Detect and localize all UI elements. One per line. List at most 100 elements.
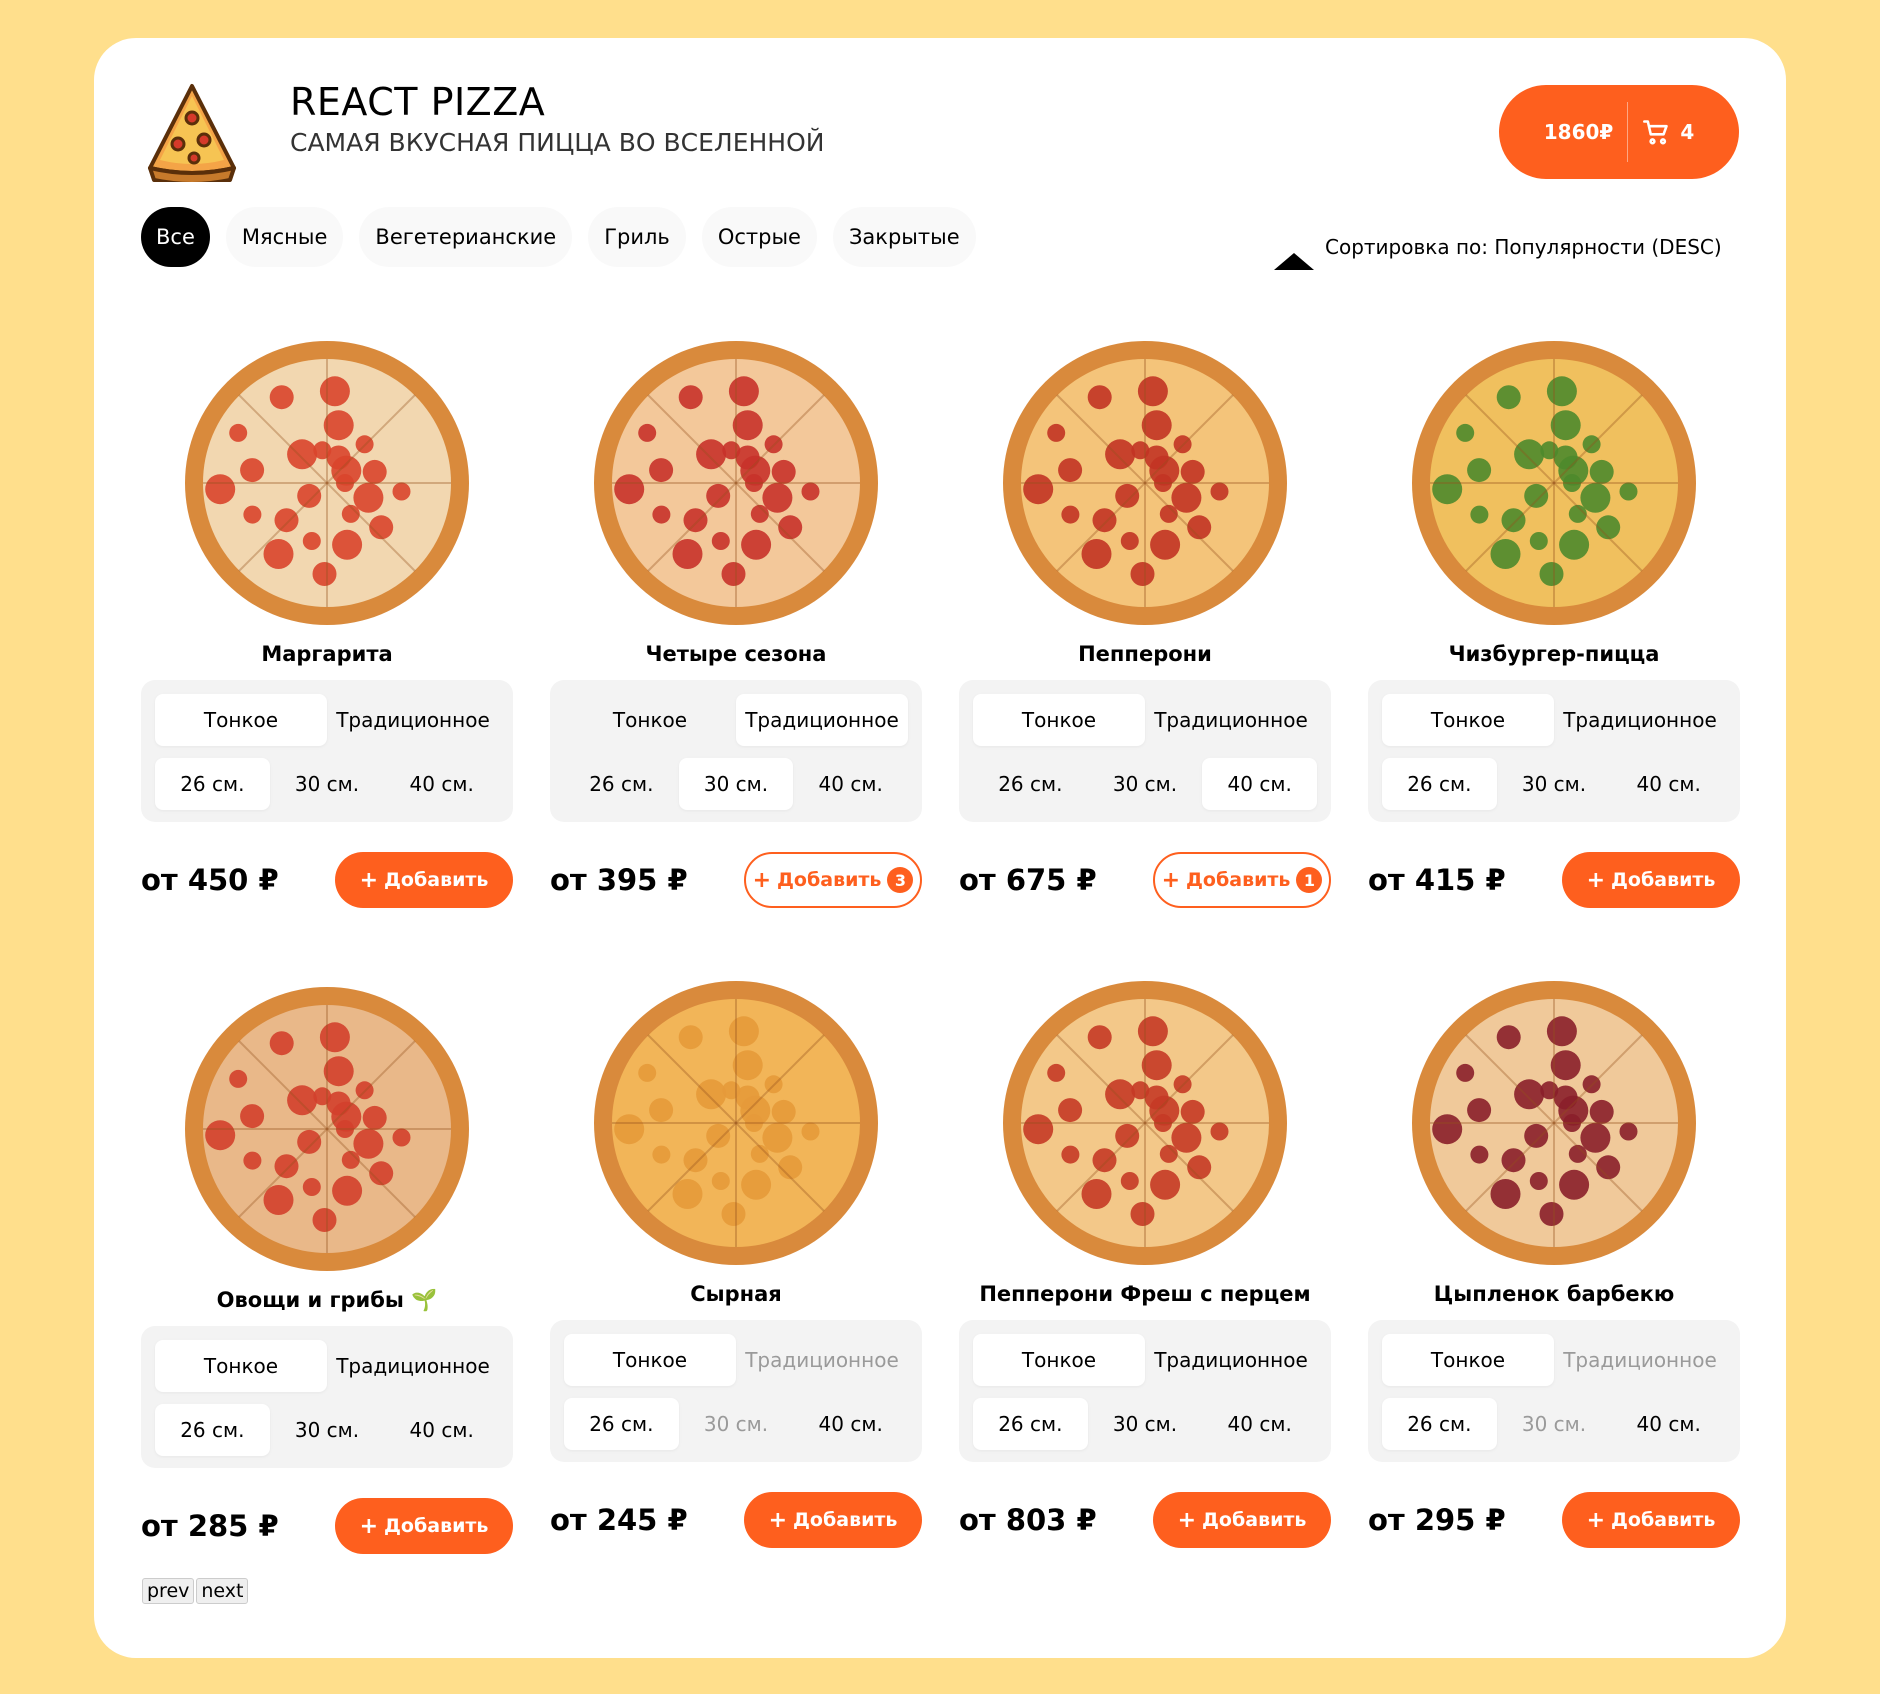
add-button[interactable]: + Добавить (335, 1498, 513, 1554)
pizza-logo-icon[interactable] (144, 82, 240, 182)
dough-option[interactable]: Тонкое (564, 694, 736, 746)
add-button[interactable]: + Добавить 3 (744, 852, 922, 908)
add-label: Добавить (1202, 1509, 1307, 1531)
pizza-price: от 415 ₽ (1368, 863, 1506, 897)
dough-row: Тонкое Традиционное (1382, 694, 1726, 746)
size-option[interactable]: 30 см. (1088, 1398, 1203, 1450)
add-label: Добавить (1611, 1509, 1716, 1531)
brand-subtitle: САМАЯ ВКУСНАЯ ПИЦЦА ВО ВСЕЛЕННОЙ (290, 128, 825, 157)
pizza-bottom: от 395 ₽ + Добавить 3 (550, 852, 922, 908)
category-tab[interactable]: Острые (701, 207, 817, 267)
dough-option[interactable]: Традиционное (327, 694, 499, 746)
sort-arrow-icon[interactable] (1274, 253, 1314, 270)
pizza-image (1412, 341, 1696, 625)
dough-row: Тонкое Традиционное (155, 1340, 499, 1392)
size-option[interactable]: 26 см. (155, 758, 270, 810)
add-label: Добавить (793, 1509, 898, 1531)
plus-icon: + (1177, 1507, 1196, 1533)
dough-option[interactable]: Тонкое (155, 694, 327, 746)
add-button[interactable]: + Добавить (335, 852, 513, 908)
pizza-name: Сырная (690, 1282, 782, 1306)
size-option[interactable]: 40 см. (1611, 758, 1726, 810)
dough-option[interactable]: Традиционное (1145, 1334, 1317, 1386)
size-option[interactable]: 40 см. (793, 1398, 908, 1450)
size-option[interactable]: 30 см. (270, 758, 385, 810)
pizza-card: Пепперони Фреш с перцем Тонкое Традиционн… (959, 978, 1331, 1548)
add-button[interactable]: + Добавить (1562, 852, 1740, 908)
size-option[interactable]: 30 см. (1088, 758, 1203, 810)
pizza-selector: Тонкое Традиционное 26 см. 30 см. 40 см. (959, 680, 1331, 822)
size-option[interactable]: 40 см. (384, 1404, 499, 1456)
size-option[interactable]: 40 см. (384, 758, 499, 810)
add-button[interactable]: + Добавить (744, 1492, 922, 1548)
plus-icon: + (752, 867, 771, 893)
pizza-price: от 395 ₽ (550, 863, 688, 897)
pizza-price: от 245 ₽ (550, 1503, 688, 1537)
pizza-name: Пепперони Фреш с перцем (979, 1282, 1311, 1306)
pizza-name: Четыре сезона (645, 642, 827, 666)
size-option[interactable]: 26 см. (1382, 1398, 1497, 1450)
size-option[interactable]: 30 см. (679, 1398, 794, 1450)
size-option[interactable]: 26 см. (973, 1398, 1088, 1450)
category-tab[interactable]: Закрытые (832, 207, 976, 267)
size-option[interactable]: 40 см. (1611, 1398, 1726, 1450)
sort-label[interactable]: Сортировка по: Популярности (DESC) (1325, 235, 1722, 259)
dough-option[interactable]: Традиционное (327, 1340, 499, 1392)
pizza-image (185, 987, 469, 1271)
size-option[interactable]: 30 см. (270, 1404, 385, 1456)
size-option[interactable]: 26 см. (564, 758, 679, 810)
category-tab[interactable]: Вегетерианские (359, 207, 573, 267)
dough-row: Тонкое Традиционное (973, 1334, 1317, 1386)
add-button[interactable]: + Добавить 1 (1153, 852, 1331, 908)
dough-row: Тонкое Традиционное (973, 694, 1317, 746)
cart-button[interactable]: 1860₽ 4 (1499, 85, 1739, 179)
sort[interactable]: Сортировка по: Популярности (DESC) (1274, 223, 1722, 270)
prev-button[interactable]: prev (142, 1578, 195, 1604)
pizza-selector: Тонкое Традиционное 26 см. 30 см. 40 см. (550, 1320, 922, 1462)
dough-option[interactable]: Традиционное (736, 694, 908, 746)
dough-option[interactable]: Тонкое (973, 694, 1145, 746)
plus-icon: + (359, 867, 378, 893)
category-tab[interactable]: Гриль (588, 207, 686, 267)
pizza-card: Маргарита Тонкое Традиционное 26 см. 30 см… (141, 338, 513, 908)
add-label: Добавить (1611, 869, 1716, 891)
add-button[interactable]: + Добавить (1562, 1492, 1740, 1548)
dough-option[interactable]: Традиционное (1145, 694, 1317, 746)
category-tab[interactable]: Все (141, 207, 210, 267)
dough-option[interactable]: Тонкое (155, 1340, 327, 1392)
dough-option[interactable]: Тонкое (1382, 1334, 1554, 1386)
category-tab[interactable]: Мясные (225, 207, 344, 267)
add-button[interactable]: + Добавить (1153, 1492, 1331, 1548)
header: REACT PIZZA САМАЯ ВКУСНАЯ ПИЦЦА ВО ВСЕЛЕ… (94, 38, 1786, 228)
dough-option[interactable]: Традиционное (1554, 694, 1726, 746)
app-wrapper: REACT PIZZA САМАЯ ВКУСНАЯ ПИЦЦА ВО ВСЕЛЕ… (94, 38, 1786, 1658)
size-option[interactable]: 40 см. (1202, 758, 1318, 810)
pizza-bottom: от 450 ₽ + Добавить (141, 852, 513, 908)
categories: Все Мясные Вегетерианские Гриль Острые Закрыт… (141, 207, 976, 267)
pizza-bottom: от 295 ₽ + Добавить (1368, 1492, 1740, 1548)
pizza-selector: Тонкое Традиционное 26 см. 30 см. 40 см. (1368, 680, 1740, 822)
size-option[interactable]: 30 см. (1497, 758, 1612, 810)
size-option[interactable]: 26 см. (155, 1404, 270, 1456)
plus-icon: + (1586, 1507, 1605, 1533)
pizza-card: Четыре сезона Тонкое Традиционное 26 см. 3… (550, 338, 922, 908)
size-option[interactable]: 30 см. (678, 758, 794, 810)
size-option[interactable]: 26 см. (973, 758, 1088, 810)
dough-option[interactable]: Тонкое (1382, 694, 1554, 746)
size-option[interactable]: 26 см. (1382, 758, 1497, 810)
pizza-selector: Тонкое Традиционное 26 см. 30 см. 40 см. (1368, 1320, 1740, 1462)
size-row: 26 см. 30 см. 40 см. (973, 758, 1318, 810)
next-button[interactable]: next (196, 1578, 249, 1604)
size-option[interactable]: 30 см. (1497, 1398, 1612, 1450)
pizza-price: от 295 ₽ (1368, 1503, 1506, 1537)
dough-option[interactable]: Тонкое (564, 1334, 736, 1386)
dough-option[interactable]: Традиционное (736, 1334, 908, 1386)
pizza-card: Пепперони Тонкое Традиционное 26 см. 30 см… (959, 338, 1331, 908)
size-option[interactable]: 40 см. (1202, 1398, 1317, 1450)
size-option[interactable]: 40 см. (793, 758, 908, 810)
brand-title: REACT PIZZA (290, 80, 546, 124)
pizza-name: Чизбургер-пицца (1448, 642, 1660, 666)
dough-option[interactable]: Тонкое (973, 1334, 1145, 1386)
dough-option[interactable]: Традиционное (1554, 1334, 1726, 1386)
size-option[interactable]: 26 см. (564, 1398, 679, 1450)
